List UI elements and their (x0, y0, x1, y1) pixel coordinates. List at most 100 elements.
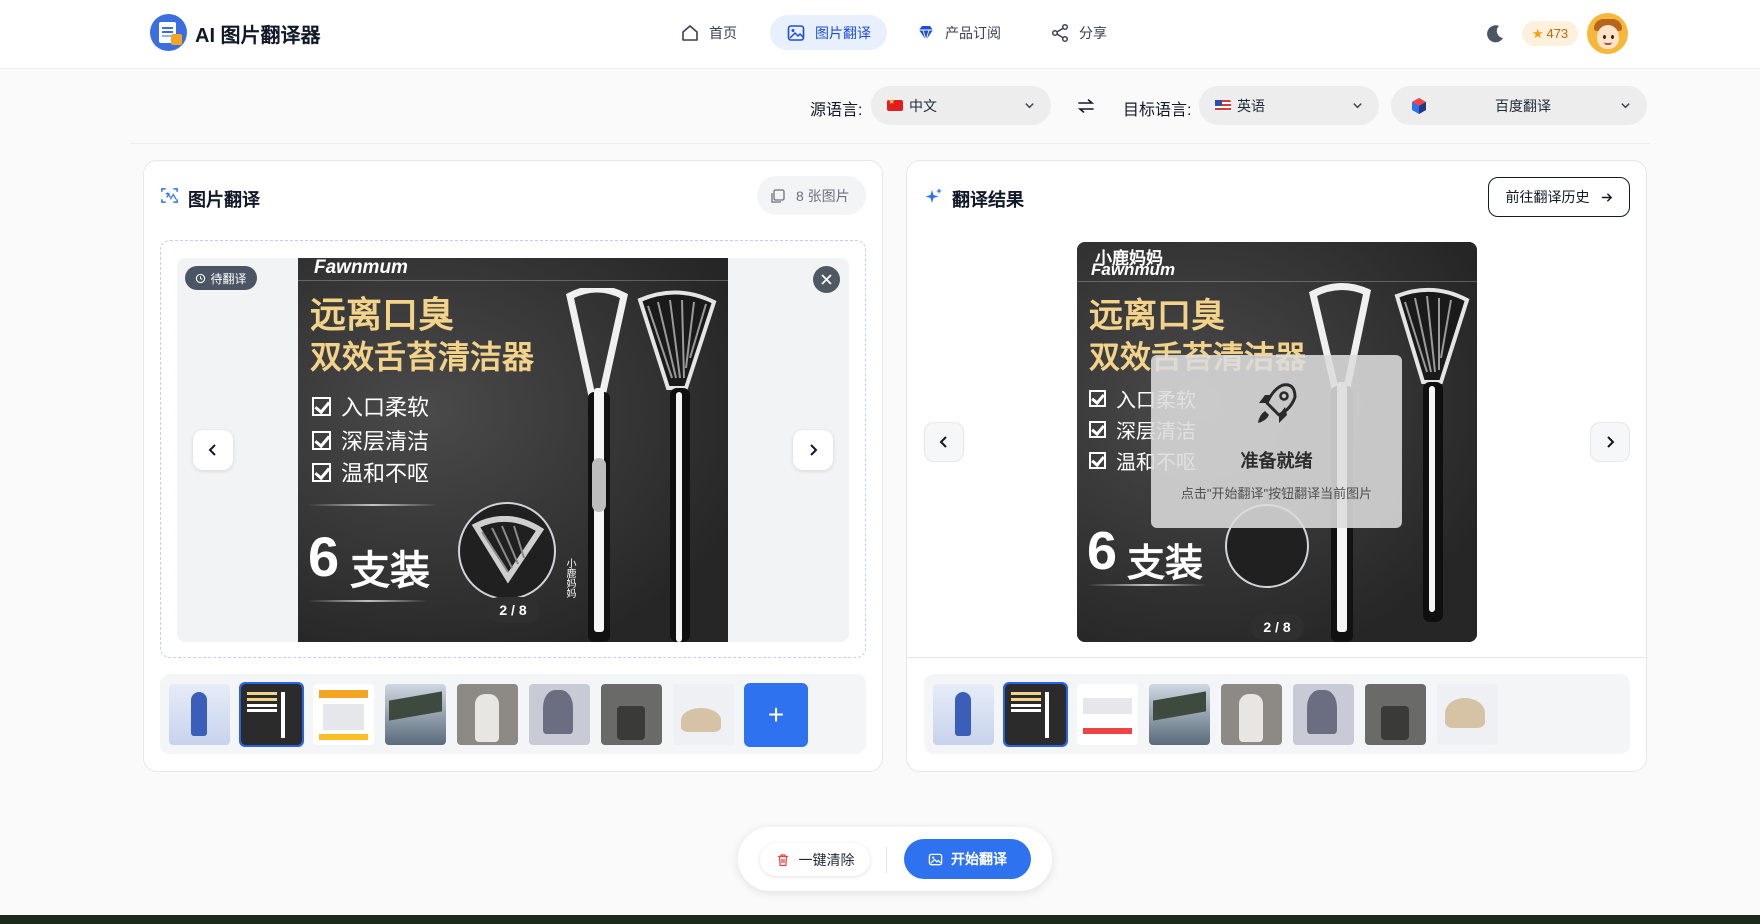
moon-icon[interactable] (1484, 23, 1506, 45)
product-brand: Fawnmum (1091, 260, 1176, 279)
product-feature: 温和不呕 (312, 456, 429, 488)
sparkle-icon (925, 188, 942, 203)
thumbnail[interactable] (1149, 684, 1210, 745)
chevron-right-icon (1607, 436, 1615, 448)
nav-image-translate[interactable]: 图片翻译 (770, 15, 887, 50)
thumbnail[interactable] (1365, 684, 1426, 745)
product-pack-number: 6 (1087, 521, 1118, 581)
chevron-left-icon (208, 444, 216, 456)
swap-languages-icon[interactable] (1076, 96, 1096, 116)
product-brand: Fawnmum (314, 258, 408, 278)
handle-print: 小鹿妈妈 (564, 558, 575, 598)
chevron-right-icon (810, 444, 818, 456)
thumbnail[interactable] (673, 684, 734, 745)
image-translate-icon (928, 853, 943, 865)
start-translation-label: 开始翻译 (951, 851, 1007, 867)
left-prev-button[interactable] (193, 430, 233, 470)
nav-subscription-label: 产品订阅 (945, 24, 1001, 41)
translation-engine-value: 百度翻译 (1495, 97, 1551, 114)
product-headline-1: 远离口臭 (1089, 297, 1225, 335)
nav-share[interactable]: 分享 (1034, 15, 1123, 50)
left-pager: 2 / 8 (486, 597, 540, 623)
source-language-select[interactable]: 中文 (871, 86, 1051, 125)
chevron-left-icon (939, 436, 947, 448)
thumbnail[interactable] (239, 682, 304, 747)
translation-engine-select[interactable]: 百度翻译 (1391, 86, 1647, 125)
chevron-down-icon (1025, 103, 1034, 109)
trash-icon (777, 853, 788, 866)
app-logo-icon[interactable] (150, 14, 187, 51)
gallery-icon (771, 188, 785, 203)
ready-hint: 点击"开始翻译"按钮翻译当前图片 (1180, 486, 1373, 501)
translation-history-label: 前往翻译历史 (1505, 189, 1590, 205)
target-language-select[interactable]: 英语 (1199, 86, 1379, 125)
product-pack-text: 支装 (350, 549, 430, 593)
right-prev-button[interactable] (924, 422, 964, 462)
clear-all-label: 一键清除 (798, 851, 855, 868)
status-badge-label: 待翻译 (210, 271, 247, 286)
target-language-value: 英语 (1237, 97, 1265, 114)
source-language-value: 中文 (909, 97, 937, 114)
nav-share-label: 分享 (1079, 24, 1107, 41)
product-headline-1: 远离口臭 (310, 294, 455, 335)
home-icon (682, 24, 698, 41)
image-count-text: 8 张图片 (796, 187, 850, 204)
source-language-label: 源语言: (810, 102, 863, 119)
nav-subscription[interactable]: 产品订阅 (900, 15, 1017, 50)
chevron-down-icon (1353, 103, 1362, 109)
source-product-image: Fawnmum 远离口臭 双效舌苔清洁器 入口柔软 深层清洁 温和不呕 6 支装… (298, 258, 728, 642)
right-next-button[interactable] (1590, 422, 1630, 462)
footer-strip (0, 915, 1760, 924)
thumbnail[interactable] (1437, 684, 1498, 745)
thumbnail[interactable] (169, 684, 230, 745)
add-image-button[interactable]: + (744, 683, 808, 747)
star-icon: ★ (1531, 25, 1544, 41)
points-badge[interactable]: ★ 473 (1522, 21, 1578, 46)
chevron-down-icon (1621, 103, 1630, 109)
baidu-engine-icon (1412, 97, 1426, 114)
left-panel-title: 图片翻译 (188, 190, 260, 210)
thumbnail[interactable] (1293, 684, 1354, 745)
thumbnail[interactable] (1221, 684, 1282, 745)
product-pack-text: 支装 (1127, 543, 1204, 585)
nav-image-translate-label: 图片翻译 (815, 24, 871, 41)
thumbnail[interactable] (313, 684, 374, 745)
share-icon (1051, 23, 1069, 42)
product-pack-number: 6 (308, 525, 340, 588)
status-badge: 待翻译 (185, 266, 257, 290)
arrow-right-icon (1601, 192, 1612, 202)
ready-overlay: 准备就绪 点击"开始翻译"按钮翻译当前图片 (1151, 355, 1402, 528)
nav-home-label: 首页 (709, 24, 737, 41)
clock-icon (196, 273, 206, 283)
thumbnail[interactable] (1003, 682, 1068, 747)
avatar[interactable] (1587, 13, 1628, 54)
thumbnail[interactable] (601, 684, 662, 745)
translation-history-button[interactable]: 前往翻译历史 (1488, 177, 1630, 217)
remove-image-button[interactable] (813, 266, 840, 293)
thumbnail[interactable] (385, 684, 446, 745)
thumbnail[interactable] (933, 684, 994, 745)
start-translation-button[interactable]: 开始翻译 (904, 839, 1031, 879)
diamond-icon (919, 25, 933, 42)
close-icon (821, 274, 832, 285)
result-divider (907, 657, 1646, 658)
app-title[interactable]: AI 图片翻译器 (195, 19, 321, 48)
image-count-pill: 8 张图片 (757, 176, 866, 215)
image-translate-icon (787, 24, 805, 41)
points-value: 473 (1546, 26, 1569, 41)
product-headline-2: 双效舌苔清洁器 (310, 339, 535, 375)
china-flag-icon (887, 97, 903, 111)
rocket-icon (1258, 383, 1297, 423)
left-next-button[interactable] (793, 430, 833, 470)
us-flag-icon (1215, 100, 1231, 111)
thumbnail[interactable] (457, 684, 518, 745)
nav-home[interactable]: 首页 (664, 15, 753, 50)
thumbnail[interactable] (1077, 684, 1138, 745)
ready-title: 准备就绪 (1240, 451, 1313, 471)
right-panel-title: 翻译结果 (952, 190, 1024, 210)
product-feature: 深层清洁 (312, 424, 429, 456)
thumbnail[interactable] (529, 684, 590, 745)
target-language-label: 目标语言: (1123, 102, 1192, 119)
action-separator (886, 847, 887, 873)
clear-all-button[interactable]: 一键清除 (760, 843, 870, 876)
